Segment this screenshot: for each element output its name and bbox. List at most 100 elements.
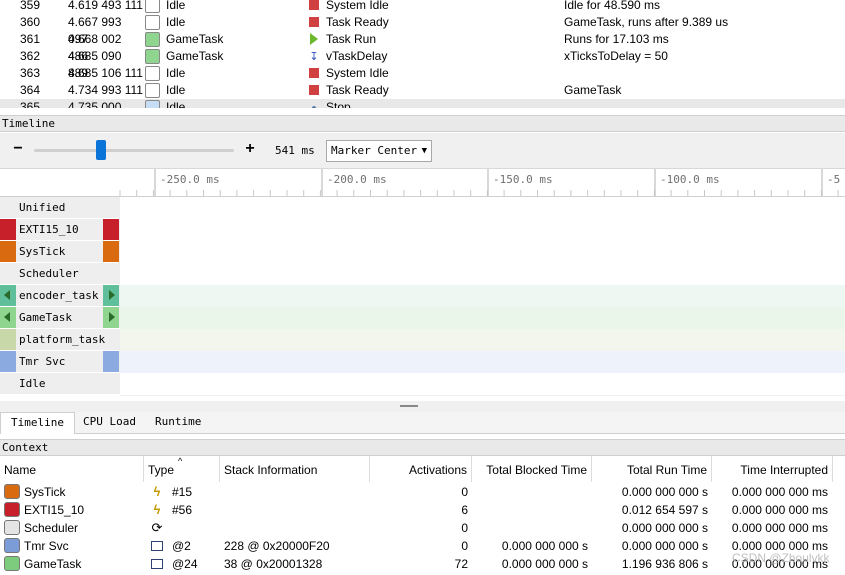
event-index: 359 [20, 0, 41, 12]
lane-color-swatch [0, 329, 16, 350]
event-detail: Runs for 17.103 ms [564, 32, 669, 46]
event-row[interactable]: 359 4.619 493 111 Idle System Idle Idle for … [0, 0, 845, 14]
context-color-swatch [4, 556, 20, 571]
lane-systick[interactable]: SysTick [0, 241, 845, 263]
dropdown-arrow-icon: ▼ [421, 146, 427, 156]
event-row[interactable]: 365 4.735 000 083 Idle ● Stop [0, 99, 845, 108]
context-blocked-time: 0.000 000 000 s [501, 557, 588, 571]
lane-color-swatch-right [103, 351, 119, 372]
event-row[interactable]: 362 4.685 090 889 GameTask ↧ vTaskDelay xTick… [0, 48, 845, 80]
event-index: 365 [20, 100, 41, 108]
col-header-blocked-time[interactable]: Total Blocked Time [472, 456, 592, 482]
run-icon [308, 31, 320, 48]
interrupt-icon: ϟ [153, 502, 161, 517]
context-time-interrupted: 0.000 000 000 ms [731, 521, 828, 535]
event-context: Idle [166, 83, 186, 97]
lane-idle[interactable]: Idle [0, 373, 845, 395]
context-table: Name Type ^ Stack Information Activation… [0, 456, 845, 575]
lane-platform-task[interactable]: platform_task [0, 329, 845, 351]
lane-label[interactable]: Scheduler [0, 263, 120, 285]
col-header-run-time[interactable]: Total Run Time [592, 456, 712, 482]
bottom-tabs: Timeline CPU Load Runtime [0, 412, 845, 434]
panel-splitter[interactable] [0, 401, 845, 412]
col-header-time-interrupted[interactable]: Time Interrupted [712, 456, 833, 482]
event-detail: xTicksToDelay = 50 [564, 49, 668, 63]
event-row[interactable]: 364 4.734 993 111 Idle Task Ready GameTask [0, 82, 845, 99]
tick-label: -150.0 ms [493, 173, 553, 186]
tab-runtime[interactable]: Runtime [145, 412, 211, 434]
lane-unified[interactable]: Unified [0, 197, 845, 219]
context-row[interactable]: Scheduler ⟳ 0 0.000 000 000 s 0.000 000 000 … [0, 519, 845, 537]
lane-label[interactable]: Idle [0, 373, 120, 395]
marker-mode-select[interactable]: Marker Center ▼ [326, 140, 432, 162]
ready-icon [308, 82, 320, 99]
task-icon [150, 555, 164, 574]
time-ruler [120, 169, 845, 197]
context-time-interrupted: 0.000 000 000 ms [731, 503, 828, 517]
event-name: Task Run [326, 32, 377, 46]
lane-label[interactable]: EXTI15_10 [0, 219, 120, 241]
col-header-name[interactable]: Name [0, 456, 144, 482]
tab-timeline[interactable]: Timeline [0, 412, 75, 434]
col-header-activations[interactable]: Activations [370, 456, 472, 482]
lane-encoder-task[interactable]: encoder_task [0, 285, 845, 307]
zoom-slider-thumb[interactable] [96, 140, 106, 160]
event-row[interactable]: 363 4.685 106 111 Idle System Idle [0, 65, 845, 82]
event-index: 364 [20, 83, 41, 97]
interrupt-icon: ϟ [153, 484, 161, 499]
lane-scheduler[interactable]: Scheduler [0, 263, 845, 285]
col-header-type[interactable]: Type ^ [144, 456, 220, 482]
stop-icon [308, 0, 320, 14]
event-row[interactable]: 360 4.667 993 097 Idle Task Ready GameTask, … [0, 14, 845, 46]
timeline-section-header: Timeline [0, 115, 845, 132]
event-name: vTaskDelay [326, 49, 388, 63]
zoom-in-button[interactable]: + [242, 141, 258, 159]
event-context: Idle [166, 100, 186, 108]
event-time: 4.685 106 111 [68, 66, 143, 80]
context-name: EXTI15_10 [24, 503, 85, 517]
context-run-time: 0.000 000 000 s [621, 521, 708, 535]
lane-label[interactable]: GameTask [0, 307, 120, 329]
lane-label[interactable]: encoder_task [0, 285, 120, 307]
lane-gametask[interactable]: GameTask [0, 307, 845, 329]
context-color-swatch [4, 538, 20, 553]
zoom-out-button[interactable]: − [10, 141, 26, 159]
context-type: #56 [172, 503, 193, 517]
context-row[interactable]: SysTick ϟ #15 0 0.000 000 000 s 0.000 000 000… [0, 483, 845, 501]
context-color-swatch [145, 100, 160, 108]
col-header-stack[interactable]: Stack Information [220, 456, 370, 482]
event-time: 4.619 493 111 [68, 0, 143, 12]
tab-cpu-load[interactable]: CPU Load [73, 412, 146, 434]
context-color-swatch [145, 66, 160, 81]
lane-exti15-10[interactable]: EXTI15_10 [0, 219, 845, 241]
event-row[interactable]: 361 4.668 002 486 GameTask Task Run Runs for… [0, 31, 845, 63]
stop-icon [308, 65, 320, 82]
lane-label[interactable]: platform_task [0, 329, 120, 351]
context-name: Scheduler [24, 521, 79, 535]
context-run-time: 0.012 654 597 s [621, 503, 708, 517]
lane-tmr-svc[interactable]: Tmr Svc [0, 351, 845, 373]
context-color-swatch [4, 520, 20, 535]
lane-label[interactable]: Tmr Svc [0, 351, 120, 373]
context-section-header: Context [0, 439, 845, 456]
lane-label[interactable]: SysTick [0, 241, 120, 263]
context-row[interactable]: Tmr Svc @2 228 @ 0x20000F20 0 0.000 000 000 … [0, 537, 845, 555]
context-type: #15 [172, 485, 193, 499]
event-time: 4.735 000 083 [68, 100, 122, 108]
lane-color-swatch-right [103, 219, 119, 240]
context-time-interrupted: 0.000 000 000 ms [731, 485, 828, 499]
lane-label-text: EXTI15_10 [19, 223, 79, 236]
lane-label-text: Idle [19, 377, 46, 390]
event-context: Idle [166, 15, 186, 29]
zoom-slider-track[interactable] [34, 149, 234, 152]
timeline-view[interactable]: -250.0 ms-200.0 ms-150.0 ms-100.0 ms-517… [0, 169, 845, 401]
col-header-type-label: Type [148, 463, 175, 477]
marker-mode-value: Marker Center [331, 144, 418, 157]
context-run-time: 1.196 936 806 s [621, 557, 708, 571]
scheduler-icon: ⟳ [151, 520, 163, 535]
context-row[interactable]: GameTask @24 38 @ 0x20001328 72 0.000 000 00… [0, 555, 845, 573]
lane-label[interactable]: Unified [0, 197, 120, 219]
context-color-swatch [145, 49, 160, 64]
lane-color-swatch [0, 285, 16, 306]
context-row[interactable]: EXTI15_10 ϟ #56 6 0.012 654 597 s 0.000 000 0… [0, 501, 845, 519]
